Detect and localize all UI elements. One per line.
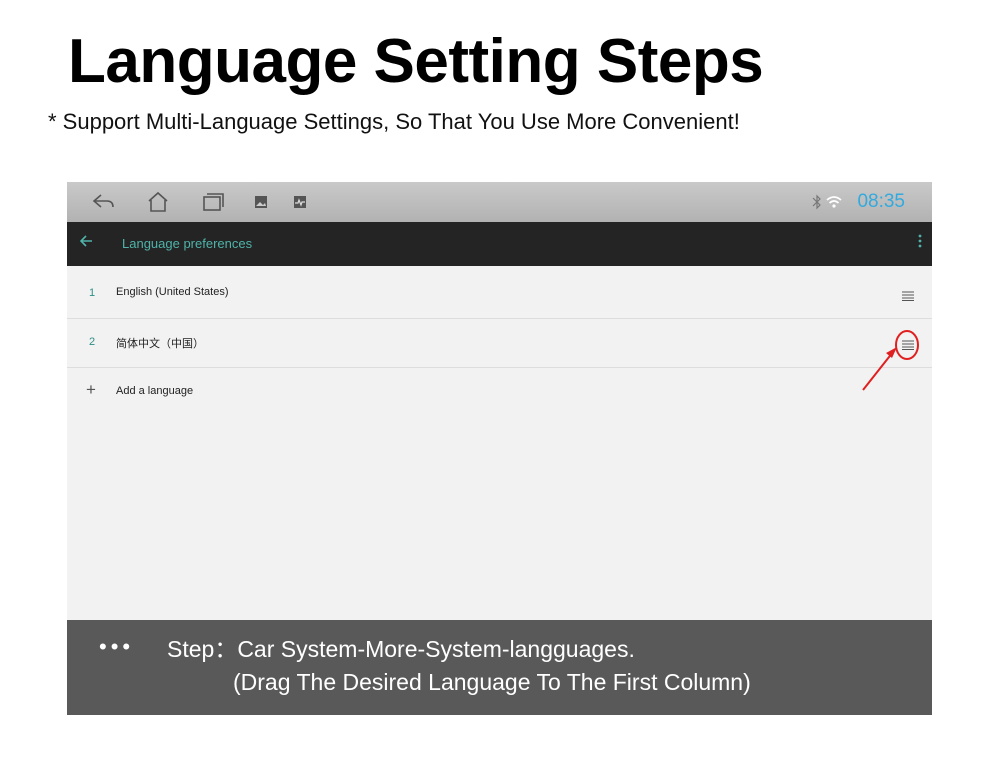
language-index: 2 xyxy=(89,336,96,348)
bluetooth-icon xyxy=(812,194,822,215)
home-icon[interactable] xyxy=(145,190,171,214)
language-row-2[interactable]: 2 简体中文（中国） xyxy=(67,319,932,368)
language-index: 1 xyxy=(89,287,96,299)
more-vert-icon[interactable] xyxy=(918,234,922,253)
add-language-row[interactable]: + Add a language xyxy=(67,368,932,416)
language-name: English (United States) xyxy=(116,286,229,298)
app-bar-title: Language preferences xyxy=(122,236,253,251)
page-subtitle: * Support Multi-Language Settings, So Th… xyxy=(48,109,740,134)
step-caption: ••• Step：Car System-More-System-langguag… xyxy=(67,620,932,715)
wifi-icon xyxy=(826,195,842,214)
device-screen: 08:35 Language preferences 1 English (Un… xyxy=(67,182,932,620)
gallery-icon[interactable] xyxy=(251,190,271,214)
plus-icon: + xyxy=(86,380,96,399)
screenshot-icon[interactable] xyxy=(290,190,310,214)
bullet-dots: ••• xyxy=(99,634,135,659)
recent-apps-icon[interactable] xyxy=(200,190,226,214)
back-arrow-icon[interactable] xyxy=(91,190,117,214)
arrow-left-icon[interactable] xyxy=(79,234,93,253)
language-row-1[interactable]: 1 English (United States) xyxy=(67,270,932,319)
status-clock: 08:35 xyxy=(857,191,905,212)
page-title: Language Setting Steps xyxy=(68,27,764,96)
drag-handle-icon[interactable] xyxy=(901,288,915,301)
step-line-1: Step：Car System-More-System-langguages. xyxy=(167,636,635,662)
app-bar: Language preferences xyxy=(67,222,932,266)
status-icons xyxy=(812,194,842,215)
highlight-arrow-annotation xyxy=(855,322,935,394)
step-line-2: (Drag The Desired Language To The First … xyxy=(233,669,751,695)
language-name: 简体中文（中国） xyxy=(116,338,204,350)
status-bar: 08:35 xyxy=(67,182,932,222)
add-language-label: Add a language xyxy=(116,385,194,397)
language-list: 1 English (United States) 2 简体中文（中国） + A… xyxy=(67,270,932,416)
